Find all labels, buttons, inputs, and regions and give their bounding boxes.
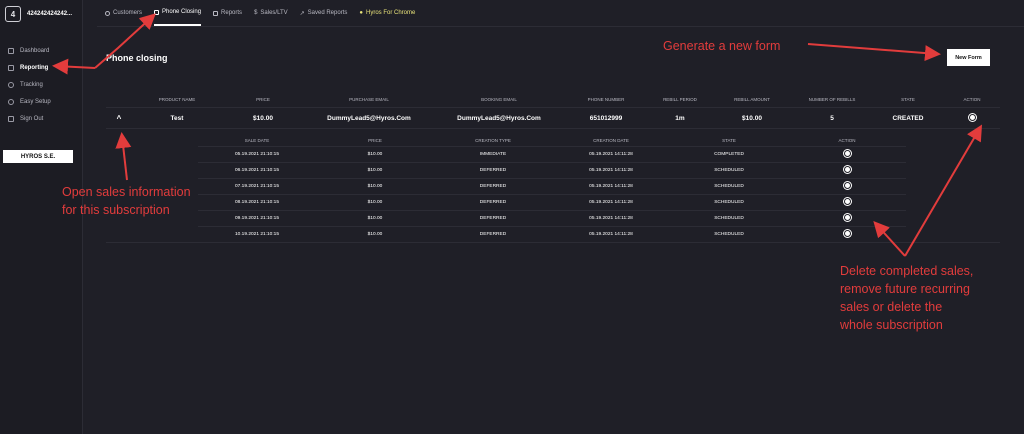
arrow-to-subscription-action: [904, 124, 983, 257]
arrow-to-sale-action: [873, 221, 906, 257]
annotation-arrows: [52, 13, 983, 257]
arrow-to-chevron: [115, 132, 132, 181]
arrow-to-reporting: [52, 58, 96, 75]
arrow-to-tab: [94, 13, 156, 69]
arrow-to-new-form: [807, 43, 941, 62]
